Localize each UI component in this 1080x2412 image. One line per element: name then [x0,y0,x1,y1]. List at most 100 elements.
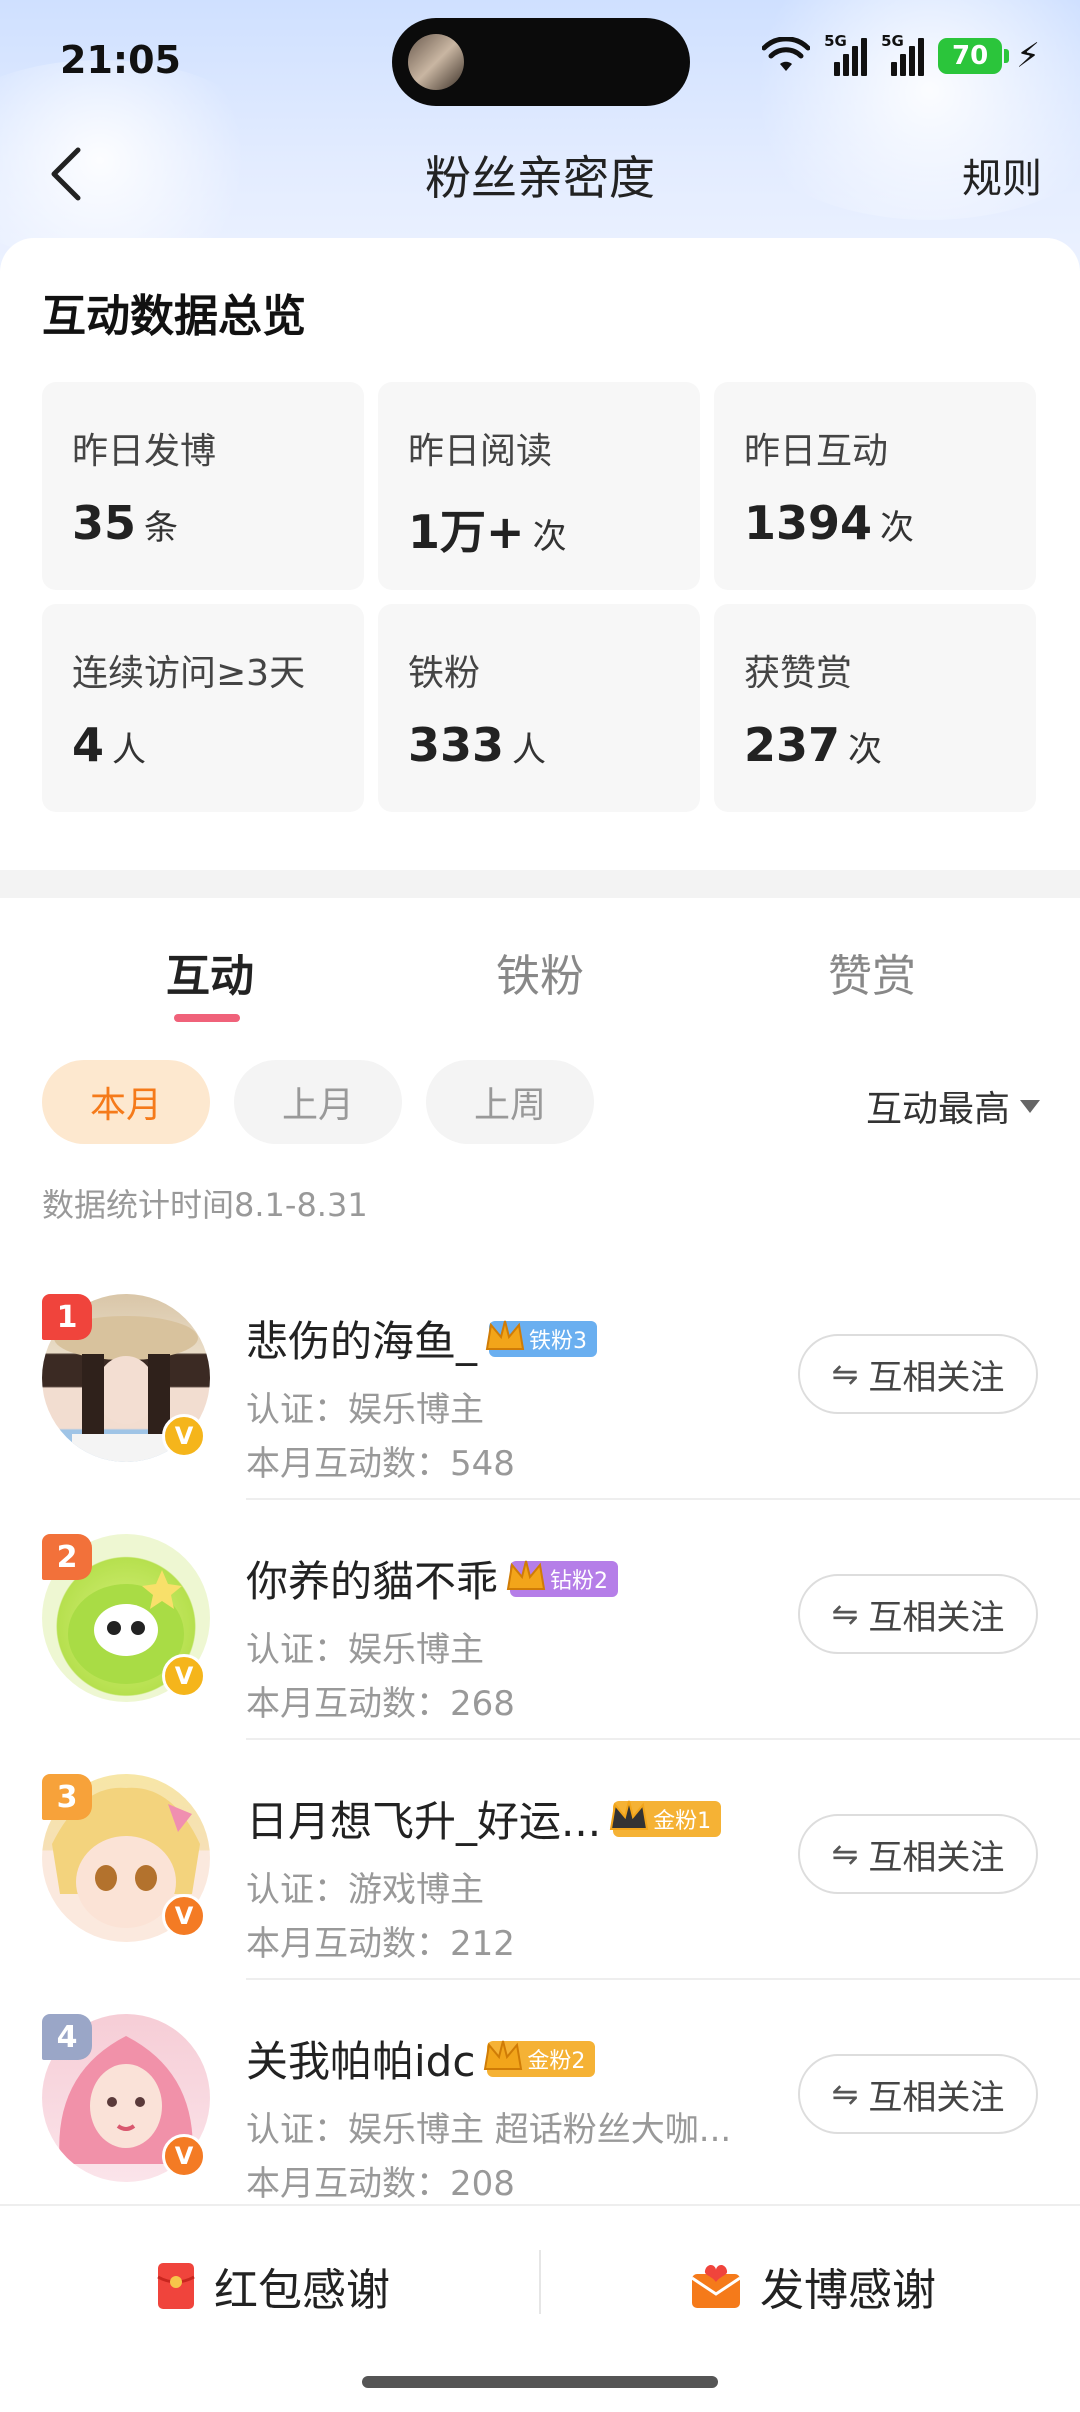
fan-interaction-count: 本月互动数：208 [246,2164,515,2204]
stat-yesterday-interactions: 昨日互动 1394 次 [714,382,1036,590]
fan-level-label: 金粉2 [527,2048,586,2074]
envelope-heart-icon [691,2264,741,2308]
stat-value: 1394 [744,496,873,550]
fan-interaction-count: 本月互动数：268 [246,1684,515,1724]
status-bar: 21:05 5G 5G 70 ⚡ [0,0,1080,120]
wifi-icon [762,37,811,71]
post-thanks-button[interactable]: 发博感谢 [690,2254,936,2318]
mutual-follow-button[interactable]: ⇋ 互相关注 [798,2054,1038,2134]
stat-value: 237 [744,718,841,772]
mutual-follow-label: 互相关注 [868,2077,1005,2118]
stat-value: 35 [72,496,137,550]
cellular-signal-2-icon: 5G [881,32,925,76]
fan-name[interactable]: 你养的貓不乖 [246,1548,498,1609]
tab-bar: 互动 铁粉 赞赏 [0,930,1080,1022]
swap-arrows-icon: ⇋ [831,1835,859,1873]
sort-dropdown[interactable]: 互动最高 [866,1080,1040,1132]
mutual-follow-button[interactable]: ⇋ 互相关注 [798,1814,1038,1894]
stat-value: 333 [408,718,505,772]
fan-list-item[interactable]: 3 V 日月想飞升_好运... 金粉1 认证：游戏博主 本月互动数：212 ⇋ … [0,1740,1080,1980]
fan-name-row: 日月想飞升_好运... 金粉1 [246,1788,722,1849]
stat-label: 连续访问≥3天 [72,653,306,694]
fan-level-label: 金粉1 [653,1808,712,1834]
tab-interaction[interactable]: 互动 [166,940,254,1004]
crown-icon [484,2040,523,2070]
caret-down-icon [1020,1099,1040,1113]
filter-last-month[interactable]: 上月 [234,1060,402,1144]
mutual-follow-label: 互相关注 [868,1597,1005,1638]
status-time: 21:05 [60,38,181,82]
crown-icon [485,1320,525,1350]
fan-certification: 认证：游戏博主 [246,1870,484,1910]
period-filter: 本月 上月 上周 [42,1060,594,1144]
fan-level-badge: 金粉2 [484,2040,596,2077]
stat-iron-fans: 铁粉 333 人 [378,604,700,812]
signal-1-label: 5G [824,32,847,50]
active-tab-indicator [174,1014,240,1022]
stat-unit: 条 [144,508,179,548]
swap-arrows-icon: ⇋ [831,2075,859,2113]
rank-badge: 3 [42,1774,92,1820]
battery-icon: 70 [938,38,1010,74]
interaction-overview-card: 互动数据总览 昨日发博 35 条 昨日阅读 1万+ 次 昨日互动 1394 次 连续访… [0,238,1080,870]
crown-icon [609,1800,649,1830]
stat-label: 铁粉 [408,653,481,694]
mutual-follow-button[interactable]: ⇋ 互相关注 [798,1334,1038,1414]
avatar[interactable]: 2 V [42,1534,210,1702]
mutual-follow-label: 互相关注 [868,1837,1005,1878]
avatar[interactable]: 4 V [42,2014,210,2182]
verified-v-icon: V [162,1414,206,1458]
sort-label: 互动最高 [865,1089,1010,1130]
stat-label: 昨日互动 [744,431,889,472]
verified-v-icon: V [162,1894,206,1938]
stat-grid: 昨日发博 35 条 昨日阅读 1万+ 次 昨日互动 1394 次 连续访问≥3天 4人… [42,382,1038,812]
fan-name-row: 悲伤的海鱼_ 铁粉3 [246,1308,598,1369]
battery-level: 70 [952,41,989,71]
stat-tips-received: 获赞赏 237 次 [714,604,1036,812]
stat-unit: 次 [532,517,567,557]
page-title: 粉丝亲密度 [425,151,655,205]
tab-iron-fans[interactable]: 铁粉 [496,940,584,1004]
fan-name[interactable]: 关我帕帕idc [246,2028,475,2089]
fan-name-row: 关我帕帕idc 金粉2 [246,2028,596,2089]
status-icons: 5G 5G 70 ⚡ [762,32,1040,76]
red-packet-icon [157,2263,195,2309]
fan-name[interactable]: 日月想飞升_好运... [246,1788,601,1849]
red-packet-thanks-button[interactable]: 红包感谢 [156,2254,390,2318]
charging-bolt-icon: ⚡ [1016,36,1040,76]
stat-time-range: 数据统计时间8.1-8.31 [42,1186,368,1224]
fan-list-item[interactable]: 2 V 你养的貓不乖 钻粉2 认证：娱乐博主 本月互动数：268 ⇋ 互相关注 [0,1500,1080,1740]
stat-yesterday-reads: 昨日阅读 1万+ 次 [378,382,700,590]
stat-label: 昨日阅读 [408,431,553,472]
stat-value: 4 [72,718,105,772]
stat-unit: 次 [880,508,915,548]
fan-certification: 认证：娱乐博主 超话粉丝大咖... [246,2110,732,2150]
stat-yesterday-posts: 昨日发博 35 条 [42,382,364,590]
fan-level-badge: 钻粉2 [506,1560,619,1597]
fan-name[interactable]: 悲伤的海鱼_ [246,1308,477,1369]
stat-unit: 人 [112,730,147,770]
stat-value: 1万+ [408,505,525,559]
filter-last-week[interactable]: 上周 [426,1060,594,1144]
fan-certification: 认证：娱乐博主 [246,1630,484,1670]
fan-list-item[interactable]: 4 V 关我帕帕idc 金粉2 认证：娱乐博主 超话粉丝大咖... 本月互动数：… [0,1980,1080,2220]
dynamic-island [392,18,690,106]
stat-unit: 人 [512,730,547,770]
home-indicator[interactable] [362,2376,718,2388]
filter-this-month[interactable]: 本月 [42,1060,210,1144]
red-packet-thanks-label: 红包感谢 [214,2265,390,2316]
signal-2-label: 5G [881,32,904,50]
avatar[interactable]: 1 V [42,1294,210,1462]
rank-badge: 1 [42,1294,92,1340]
section-divider [0,870,1080,898]
avatar[interactable]: 3 V [42,1774,210,1942]
rules-link[interactable]: 规则 [962,146,1042,204]
tab-tips[interactable]: 赞赏 [828,940,916,1004]
mutual-follow-button[interactable]: ⇋ 互相关注 [798,1574,1038,1654]
stat-unit: 次 [848,730,883,770]
cellular-signal-1-icon: 5G [824,32,868,76]
stat-consecutive-visits: 连续访问≥3天 4人 [42,604,364,812]
island-album-thumb [408,34,464,90]
mutual-follow-label: 互相关注 [868,1357,1005,1398]
fan-list-item[interactable]: 1 V 悲伤的海鱼_ 铁粉3 认证：娱乐博主 本月互动数：548 ⇋ 互相关注 [0,1260,1080,1500]
